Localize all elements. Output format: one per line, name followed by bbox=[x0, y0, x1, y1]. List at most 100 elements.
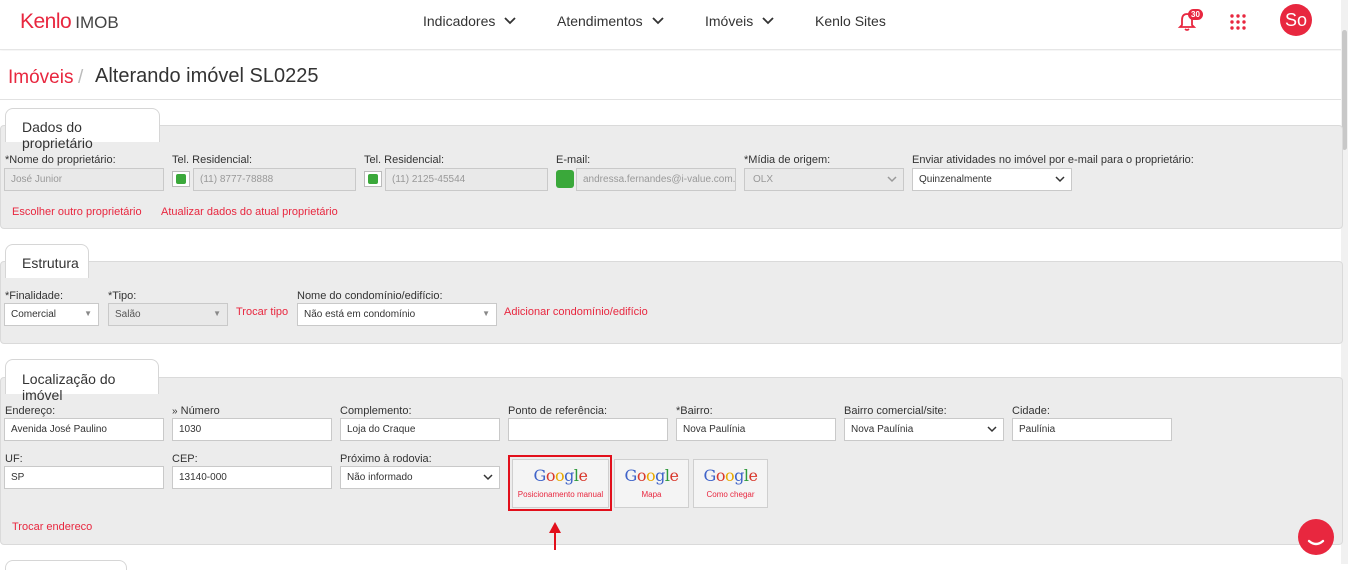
google-map-button[interactable]: Google Mapa bbox=[614, 459, 689, 508]
page-title: Alterando imóvel SL0225 bbox=[95, 65, 319, 87]
google-maps-icon: Google bbox=[703, 466, 758, 485]
chevron-down-icon bbox=[1055, 176, 1065, 183]
choose-owner-link[interactable]: Escolher outro proprietário bbox=[12, 206, 142, 218]
purpose-label: *Finalidade: bbox=[5, 290, 64, 302]
avatar[interactable]: So bbox=[1280, 4, 1312, 36]
condo-label: Nome do condomínio/edifício: bbox=[297, 290, 443, 302]
neighborhood-label: *Bairro: bbox=[676, 405, 713, 417]
type-select[interactable]: Salão ▼ bbox=[108, 303, 228, 326]
commercial-neighborhood-label: Bairro comercial/site: bbox=[844, 405, 947, 417]
owner-name-label: *Nome do proprietário: bbox=[5, 154, 116, 166]
nav-atendimentos[interactable]: Atendimentos bbox=[557, 13, 665, 29]
number-field[interactable]: 1030 bbox=[172, 418, 332, 441]
highway-label: Próximo à rodovia: bbox=[340, 453, 432, 465]
owner-name-field[interactable]: José Junior bbox=[4, 168, 164, 191]
highlight-box bbox=[508, 455, 612, 511]
top-navbar bbox=[0, 0, 1348, 50]
city-field[interactable]: Paulínia bbox=[1012, 418, 1172, 441]
highway-value: Não informado bbox=[347, 472, 413, 483]
double-chevron-icon: » bbox=[172, 406, 178, 417]
nav-label: Indicadores bbox=[423, 13, 496, 29]
address-label: Endereço: bbox=[5, 405, 56, 417]
add-condo-link[interactable]: Adicionar condomínio/edifício bbox=[504, 306, 648, 318]
send-activities-label: Enviar atividades no imóvel por e-mail p… bbox=[912, 154, 1194, 166]
nav-kenlo-sites[interactable]: Kenlo Sites bbox=[815, 13, 886, 29]
tel2-label: Tel. Residencial: bbox=[364, 154, 445, 166]
uf-label: UF: bbox=[5, 453, 23, 465]
type-value: Salão bbox=[115, 309, 141, 320]
condo-select[interactable]: Não está em condomínio ▼ bbox=[297, 303, 497, 326]
tab-label: Localização do imóvel bbox=[22, 371, 116, 403]
phone-icon[interactable] bbox=[364, 171, 382, 187]
send-activities-select[interactable]: Quinzenalmente bbox=[912, 168, 1072, 191]
nav-label: Kenlo Sites bbox=[815, 13, 886, 29]
google-button-caption: Como chegar bbox=[706, 490, 755, 499]
phone-icon[interactable] bbox=[172, 171, 190, 187]
type-label: *Tipo: bbox=[108, 290, 137, 302]
purpose-select[interactable]: Comercial ▼ bbox=[4, 303, 99, 326]
city-label: Cidade: bbox=[1012, 405, 1050, 417]
caret-down-icon: ▼ bbox=[84, 309, 92, 318]
chevron-down-icon bbox=[987, 426, 997, 433]
cep-label: CEP: bbox=[172, 453, 198, 465]
reference-label: Ponto de referência: bbox=[508, 405, 608, 417]
logo-main: Kenlo bbox=[20, 10, 72, 33]
next-section-tab bbox=[5, 560, 127, 570]
address-field[interactable]: Avenida José Paulino bbox=[4, 418, 164, 441]
number-label: » Número bbox=[172, 405, 220, 417]
cep-field[interactable]: 13140-000 bbox=[172, 466, 332, 489]
notification-badge: 30 bbox=[1188, 9, 1203, 20]
commercial-neighborhood-value: Nova Paulínia bbox=[851, 424, 914, 435]
commercial-neighborhood-select[interactable]: Nova Paulínia bbox=[844, 418, 1004, 441]
complement-label: Complemento: bbox=[340, 405, 412, 417]
email-field[interactable]: andressa.fernandes@i-value.com. bbox=[576, 168, 736, 191]
media-value: OLX bbox=[753, 174, 774, 185]
change-address-link[interactable]: Trocar endereco bbox=[12, 521, 92, 533]
purpose-value: Comercial bbox=[11, 309, 57, 320]
chevron-down-icon bbox=[483, 474, 493, 481]
update-owner-link[interactable]: Atualizar dados do atual proprietário bbox=[161, 206, 338, 218]
apps-grid-icon[interactable] bbox=[1229, 13, 1247, 31]
send-activities-value: Quinzenalmente bbox=[919, 174, 992, 185]
nav-imoveis[interactable]: Imóveis bbox=[705, 13, 775, 29]
caret-down-icon: ▼ bbox=[213, 309, 221, 318]
condo-value: Não está em condomínio bbox=[304, 309, 416, 320]
nav-label: Imóveis bbox=[705, 13, 754, 29]
tab-owner: Dados do proprietário bbox=[5, 108, 160, 151]
nav-indicadores[interactable]: Indicadores bbox=[423, 13, 517, 29]
chevron-down-icon bbox=[762, 17, 774, 25]
chat-icon bbox=[1307, 539, 1325, 546]
tel2-field[interactable]: (11) 2125-45544 bbox=[385, 168, 548, 191]
kenlo-logo[interactable]: Kenlo IMOB bbox=[20, 10, 119, 34]
chat-button[interactable] bbox=[1298, 519, 1334, 555]
breadcrumb-separator: / bbox=[78, 67, 84, 88]
tab-structure: Estrutura bbox=[5, 244, 89, 278]
number-label-text: Número bbox=[180, 405, 220, 417]
change-type-link[interactable]: Trocar tipo bbox=[236, 306, 288, 318]
logo-sub: IMOB bbox=[75, 13, 119, 32]
highway-select[interactable]: Não informado bbox=[340, 466, 500, 489]
google-button-caption: Mapa bbox=[641, 490, 662, 499]
tel1-label: Tel. Residencial: bbox=[172, 154, 253, 166]
nav-label: Atendimentos bbox=[557, 13, 643, 29]
caret-down-icon: ▼ bbox=[482, 309, 490, 318]
media-select[interactable]: OLX bbox=[744, 168, 904, 191]
tab-label: Estrutura bbox=[22, 255, 79, 271]
uf-field[interactable]: SP bbox=[4, 466, 164, 489]
google-maps-icon: Google bbox=[624, 466, 679, 485]
reference-field[interactable] bbox=[508, 418, 668, 441]
google-directions-button[interactable]: Google Como chegar bbox=[693, 459, 768, 508]
complement-field[interactable]: Loja do Craque bbox=[340, 418, 500, 441]
neighborhood-field[interactable]: Nova Paulínia bbox=[676, 418, 836, 441]
tab-label: Dados do proprietário bbox=[22, 119, 93, 151]
chevron-down-icon bbox=[504, 17, 517, 25]
tab-location: Localização do imóvel bbox=[5, 359, 159, 403]
email-label: E-mail: bbox=[556, 154, 591, 166]
email-icon[interactable] bbox=[556, 170, 574, 188]
annotation-arrow bbox=[554, 532, 556, 550]
tel1-field[interactable]: (11) 8777-78888 bbox=[193, 168, 356, 191]
chevron-down-icon bbox=[887, 176, 897, 183]
breadcrumb-imoveis-link[interactable]: Imóveis bbox=[8, 67, 73, 89]
media-label: *Mídia de origem: bbox=[744, 154, 831, 166]
chevron-down-icon bbox=[651, 17, 664, 25]
